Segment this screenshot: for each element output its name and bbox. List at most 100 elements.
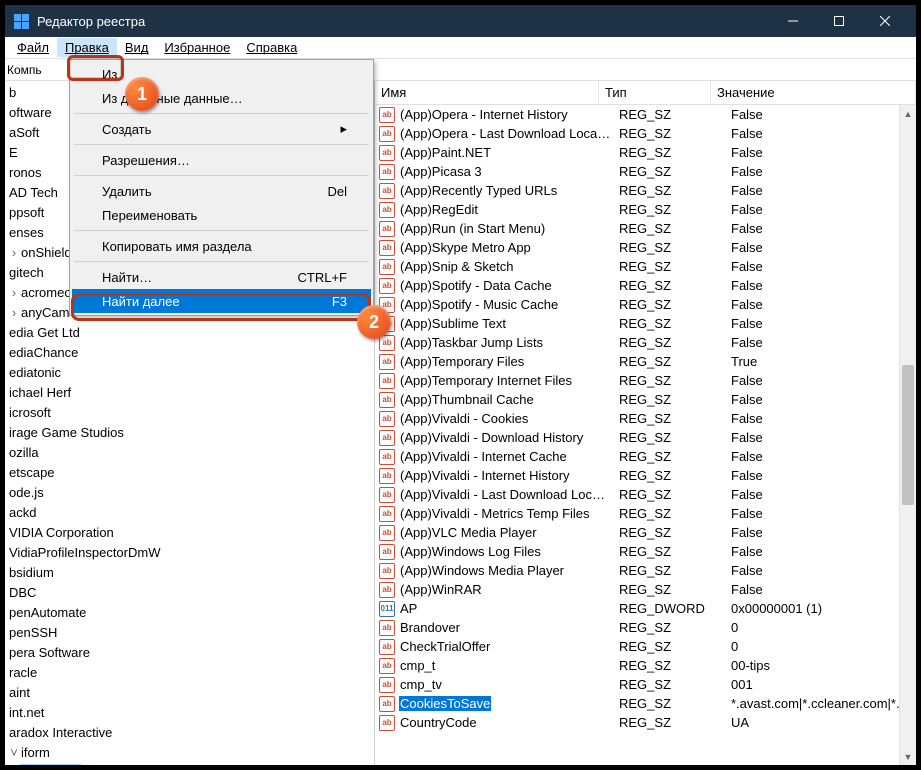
list-row[interactable]: ab(App)Snip & SketchREG_SZFalse <box>375 257 916 276</box>
list-row[interactable]: ab(App)Taskbar Jump ListsREG_SZFalse <box>375 333 916 352</box>
list-row[interactable]: ab(App)Opera - Internet HistoryREG_SZFal… <box>375 105 916 124</box>
list-row[interactable]: ab(App)Spotify - Data CacheREG_SZFalse <box>375 276 916 295</box>
tree-item[interactable]: penAutomate <box>5 603 374 623</box>
tree-item[interactable]: penSSH <box>5 623 374 643</box>
menu-favorites[interactable]: Избранное <box>156 38 238 57</box>
tree-item[interactable]: ediaChance <box>5 343 374 363</box>
tree-item[interactable]: icrosoft <box>5 403 374 423</box>
tree-item[interactable]: VidiaProfileInspectorDmW <box>5 543 374 563</box>
list-row[interactable]: ab(App)Paint.NETREG_SZFalse <box>375 143 916 162</box>
mi-rename[interactable]: Переименовать <box>72 203 371 227</box>
tree-item[interactable]: DBC <box>5 583 374 603</box>
list-row[interactable]: ab(App)Temporary Internet FilesREG_SZFal… <box>375 371 916 390</box>
list-row[interactable]: abCheckTrialOfferREG_SZ0 <box>375 637 916 656</box>
string-value-icon: ab <box>379 202 395 218</box>
list-row[interactable]: ab(App)Vivaldi - Last Download Loc…REG_S… <box>375 485 916 504</box>
list-row[interactable]: abCookiesToSaveREG_SZ*.avast.com|*.cclea… <box>375 694 916 713</box>
close-button[interactable] <box>862 5 908 37</box>
maximize-button[interactable] <box>816 5 862 37</box>
tree-item[interactable]: ozilla <box>5 443 374 463</box>
chevron-icon: › <box>9 284 19 302</box>
list-row[interactable]: ab(App)VLC Media PlayerREG_SZFalse <box>375 523 916 542</box>
list-row[interactable]: abcmp_tREG_SZ00-tips <box>375 656 916 675</box>
list-row[interactable]: abCountryCodeREG_SZUA <box>375 713 916 732</box>
string-value-icon: ab <box>379 145 395 161</box>
list-row[interactable]: ab(App)Run (in Start Menu)REG_SZFalse <box>375 219 916 238</box>
annotation-step-2: 2 <box>357 305 391 339</box>
vertical-scrollbar[interactable]: ▲ ▼ <box>899 105 916 765</box>
tree-item[interactable]: ode.js <box>5 483 374 503</box>
string-value-icon: ab <box>379 126 395 142</box>
list-header[interactable]: Имя Тип Значение <box>375 81 916 105</box>
menu-file[interactable]: Файл <box>9 38 57 57</box>
list-row[interactable]: ab(App)Recently Typed URLsREG_SZFalse <box>375 181 916 200</box>
tree-item[interactable]: ackd <box>5 503 374 523</box>
list-row[interactable]: abcmp_tvREG_SZ001 <box>375 675 916 694</box>
annotation-highlight-findnext <box>71 293 371 321</box>
list-row[interactable]: ab(App)Vivaldi - Internet CacheREG_SZFal… <box>375 447 916 466</box>
tree-item[interactable]: racle <box>5 663 374 683</box>
list-row[interactable]: ab(App)Windows Log FilesREG_SZFalse <box>375 542 916 561</box>
tree-item[interactable]: ›CCleaner <box>5 763 374 765</box>
string-value-icon: ab <box>379 411 395 427</box>
tree-item[interactable]: ichael Herf <box>5 383 374 403</box>
mi-copy-key-name[interactable]: Копировать имя раздела <box>72 234 371 258</box>
tree-item[interactable]: bsidium <box>5 563 374 583</box>
list-row[interactable]: ab(App)RegEditREG_SZFalse <box>375 200 916 219</box>
mi-modify-binary[interactable]: Из двоичные данные… <box>72 86 371 110</box>
annotation-step-1: 1 <box>125 77 159 111</box>
col-name[interactable]: Имя <box>375 81 599 104</box>
tree-item[interactable]: ediatonic <box>5 363 374 383</box>
kb-shortcut: Del <box>327 184 347 199</box>
mi-find[interactable]: Найти…CTRL+F <box>72 265 371 289</box>
list-row[interactable]: ab(App)Skype Metro AppREG_SZFalse <box>375 238 916 257</box>
list-row[interactable]: ab(App)Vivaldi - CookiesREG_SZFalse <box>375 409 916 428</box>
list-row[interactable]: ab(App)Vivaldi - Download HistoryREG_SZF… <box>375 428 916 447</box>
list-row[interactable]: ab(App)WinRARREG_SZFalse <box>375 580 916 599</box>
mi-permissions[interactable]: Разрешения… <box>72 148 371 172</box>
list-row[interactable]: ab(App)Vivaldi - Internet HistoryREG_SZF… <box>375 466 916 485</box>
col-value[interactable]: Значение <box>711 81 916 104</box>
mi-delete[interactable]: УдалитьDel <box>72 179 371 203</box>
tree-item[interactable]: aint <box>5 683 374 703</box>
tree-item[interactable]: irage Game Studios <box>5 423 374 443</box>
menu-view[interactable]: Вид <box>117 38 157 57</box>
kb-shortcut: CTRL+F <box>298 270 347 285</box>
tree-item[interactable]: VIDIA Corporation <box>5 523 374 543</box>
list-row[interactable]: ab(App)Thumbnail CacheREG_SZFalse <box>375 390 916 409</box>
minimize-button[interactable] <box>770 5 816 37</box>
tree-item[interactable]: pera Software <box>5 643 374 663</box>
string-value-icon: ab <box>379 278 395 294</box>
list-row[interactable]: abBrandoverREG_SZ0 <box>375 618 916 637</box>
mi-create[interactable]: Создать▸ <box>72 117 371 141</box>
string-value-icon: ab <box>379 221 395 237</box>
list-row[interactable]: ab(App)Vivaldi - Metrics Temp FilesREG_S… <box>375 504 916 523</box>
tree-item[interactable]: int.net <box>5 703 374 723</box>
tree-item[interactable]: edia Get Ltd <box>5 323 374 343</box>
string-value-icon: ab <box>379 430 395 446</box>
list-row[interactable]: ab(App)Sublime TextREG_SZFalse <box>375 314 916 333</box>
string-value-icon: ab <box>379 373 395 389</box>
list-row[interactable]: ab(App)Temporary FilesREG_SZTrue <box>375 352 916 371</box>
tree-item[interactable]: aradox Interactive <box>5 723 374 743</box>
string-value-icon: ab <box>379 620 395 636</box>
list-row[interactable]: ab(App)Windows Media PlayerREG_SZFalse <box>375 561 916 580</box>
scroll-down-icon[interactable]: ▼ <box>900 748 916 765</box>
list-row[interactable]: ab(App)Picasa 3REG_SZFalse <box>375 162 916 181</box>
list-pane[interactable]: Имя Тип Значение ab(App)Opera - Internet… <box>375 81 916 765</box>
tree-item[interactable]: ˅iform <box>5 743 374 763</box>
scroll-thumb[interactable] <box>902 365 914 505</box>
list-row[interactable]: 011APREG_DWORD0x00000001 (1) <box>375 599 916 618</box>
menu-help[interactable]: Справка <box>238 38 305 57</box>
chevron-icon: › <box>9 764 19 765</box>
string-value-icon: ab <box>379 715 395 731</box>
string-value-icon: ab <box>379 677 395 693</box>
string-value-icon: ab <box>379 468 395 484</box>
col-type[interactable]: Тип <box>599 81 711 104</box>
string-value-icon: ab <box>379 525 395 541</box>
scroll-up-icon[interactable]: ▲ <box>900 105 916 122</box>
list-row[interactable]: ab(App)Opera - Last Download Loca…REG_SZ… <box>375 124 916 143</box>
tree-item[interactable]: etscape <box>5 463 374 483</box>
string-value-icon: ab <box>379 449 395 465</box>
list-row[interactable]: ab(App)Spotify - Music CacheREG_SZFalse <box>375 295 916 314</box>
